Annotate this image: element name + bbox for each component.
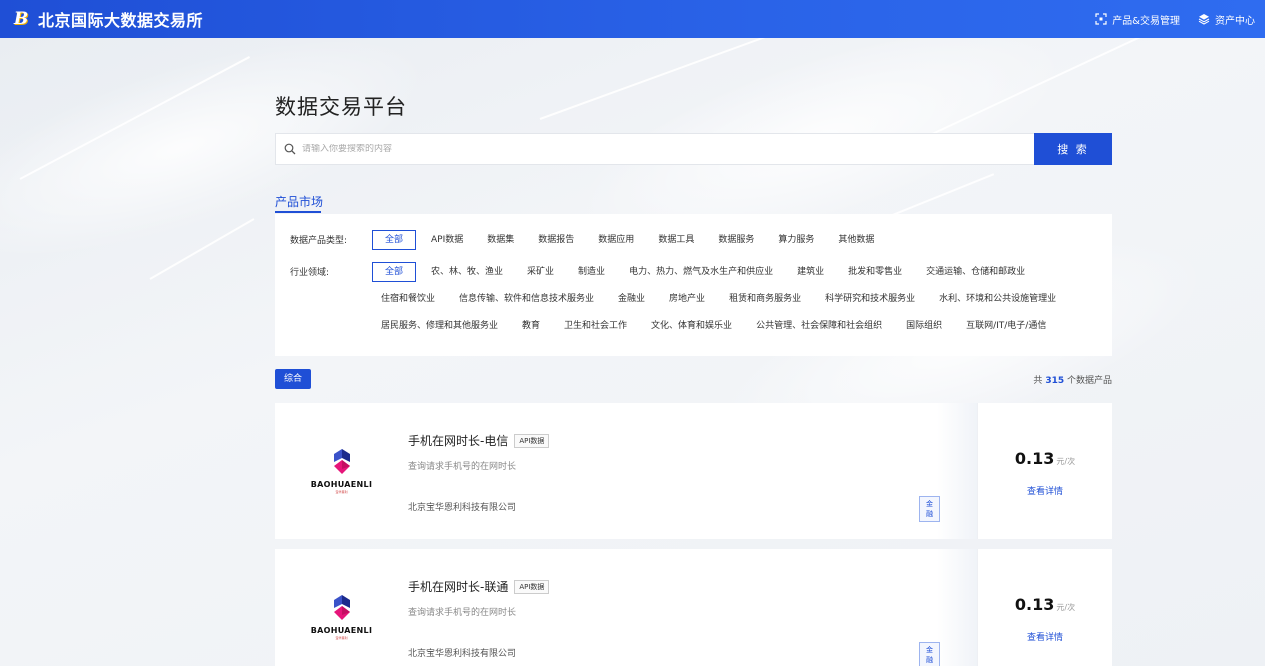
product-type-option[interactable]: 数据应用 (589, 230, 643, 250)
product-type-option[interactable]: API数据 (422, 230, 472, 250)
provider-company: 北京宝华恩利科技有限公司 (408, 649, 517, 659)
industry-option[interactable]: 采矿业 (518, 262, 563, 282)
industry-option[interactable]: 居民服务、修理和其他服务业 (372, 316, 507, 336)
industry-option[interactable]: 建筑业 (788, 262, 833, 282)
price-area: 0.13 元/次 查看详情 (977, 549, 1112, 666)
filter-options-industry: 全部 农、林、牧、渔业 采矿业 制造业 电力、热力、燃气及水生产和供应业 建筑业 批发和零售… (372, 262, 1092, 343)
product-type-option[interactable]: 数据集 (478, 230, 523, 250)
filter-panel: 数据产品类型: 全部 API数据 数据集 数据报告 数据应用 数据工具 数据服务 算力服务 其他… (275, 214, 1112, 356)
price-value: 0.13 (1014, 449, 1055, 468)
brand[interactable]: B 北京国际大数据交易所 (10, 7, 203, 31)
price-area: 0.13 元/次 查看详情 (977, 403, 1112, 539)
price-unit: 元/次 (1056, 603, 1076, 612)
product-type-option[interactable]: 算力服务 (769, 230, 823, 250)
product-trade-management-label: 产品&交易管理 (1112, 15, 1180, 27)
search-input[interactable] (302, 144, 1034, 154)
layers-icon (1198, 13, 1210, 25)
product-type-option[interactable]: 数据工具 (649, 230, 703, 250)
search-button[interactable]: 搜 索 (1034, 133, 1112, 165)
industry-option[interactable]: 互联网/IT/电子/通信 (957, 316, 1055, 336)
asset-center-link[interactable]: 资产中心 (1198, 12, 1255, 27)
logo-text: BAOHUAENLI (310, 480, 373, 489)
industry-option[interactable]: 国际组织 (897, 316, 951, 336)
provider-company: 北京宝华恩利科技有限公司 (408, 503, 517, 513)
industry-option[interactable]: 文化、体育和娱乐业 (642, 316, 741, 336)
product-type-tag: API数据 (514, 579, 550, 594)
search-bar: 搜 索 (275, 133, 1112, 165)
industry-option[interactable]: 金融业 (609, 289, 654, 309)
logo-subtext: 宝华恩利 (335, 490, 348, 494)
industry-option[interactable]: 农、林、牧、渔业 (422, 262, 512, 282)
card-divider (937, 403, 977, 539)
price-unit: 元/次 (1056, 457, 1076, 466)
price-row: 0.13 元/次 (1015, 595, 1075, 614)
industry-option[interactable]: 住宿和餐饮业 (372, 289, 444, 309)
product-name-row: 手机在网时长-联通 API数据 (408, 578, 550, 595)
product-description: 查询请求手机号的在网时长 (408, 462, 517, 472)
product-type-option[interactable]: 数据服务 (709, 230, 763, 250)
industry-option[interactable]: 房地产业 (660, 289, 714, 309)
industry-option[interactable]: 制造业 (569, 262, 614, 282)
result-count-suffix: 个数据产品 (1066, 376, 1112, 386)
industry-option[interactable]: 全部 (372, 262, 417, 282)
industry-tag: 金融 (919, 642, 940, 666)
top-navbar: B 北京国际大数据交易所 产品&交易管理 资产中心 (0, 0, 1265, 38)
logo-subtext: 宝华恩利 (335, 636, 348, 640)
product-type-option[interactable]: 全部 (372, 230, 417, 250)
view-detail-link[interactable]: 查看详情 (1027, 484, 1063, 497)
product-card[interactable]: BAOHUAENLI 宝华恩利 手机在网时长-电信 API数据 查询请求手机号的… (275, 403, 1112, 539)
tab-product-market[interactable]: 产品市场 (275, 193, 323, 210)
product-info: 手机在网时长-联通 API数据 查询请求手机号的在网时长 北京宝华恩利科技有限公… (408, 549, 940, 666)
product-name[interactable]: 手机在网时长-电信 (408, 432, 508, 449)
result-count-prefix: 共 (1033, 376, 1043, 386)
asset-center-label: 资产中心 (1215, 15, 1255, 27)
view-detail-link[interactable]: 查看详情 (1027, 630, 1063, 643)
industry-option[interactable]: 公共管理、社会保障和社会组织 (747, 316, 891, 336)
filter-options-product-type: 全部 API数据 数据集 数据报告 数据应用 数据工具 数据服务 算力服务 其他数据 (372, 230, 1092, 257)
product-info: 手机在网时长-电信 API数据 查询请求手机号的在网时长 北京宝华恩利科技有限公… (408, 403, 940, 539)
filter-row-product-type: 数据产品类型: 全部 API数据 数据集 数据报告 数据应用 数据工具 数据服务 算力服务 其他… (290, 230, 1112, 257)
price-value: 0.13 (1014, 595, 1055, 614)
sort-comprehensive-button[interactable]: 综合 (275, 369, 312, 389)
search-box (275, 133, 1034, 165)
filter-label-product-type: 数据产品类型: (290, 236, 348, 246)
product-type-option[interactable]: 数据报告 (529, 230, 583, 250)
page-title: 数据交易平台 (275, 95, 407, 119)
filter-label-industry: 行业领域: (290, 268, 330, 278)
industry-option[interactable]: 批发和零售业 (839, 262, 911, 282)
industry-option[interactable]: 科学研究和技术服务业 (816, 289, 924, 309)
product-type-option[interactable]: 其他数据 (829, 230, 883, 250)
industry-option[interactable]: 信息传输、软件和信息技术服务业 (450, 289, 603, 309)
company-logo: BAOHUAENLI 宝华恩利 (275, 549, 408, 666)
product-type-tag: API数据 (514, 433, 550, 448)
brand-logo-icon: B (13, 9, 29, 29)
result-count: 共 315 个数据产品 (1033, 373, 1112, 386)
search-icon (284, 140, 296, 159)
industry-option[interactable]: 教育 (513, 316, 549, 336)
baohuaenli-logo-icon (331, 594, 353, 624)
result-count-number: 315 (1045, 376, 1065, 386)
industry-option[interactable]: 水利、环境和公共设施管理业 (930, 289, 1065, 309)
industry-tag: 金融 (919, 496, 940, 522)
industry-option[interactable]: 卫生和社会工作 (555, 316, 636, 336)
card-divider (937, 549, 977, 666)
price-row: 0.13 元/次 (1015, 449, 1075, 468)
product-trade-management-link[interactable]: 产品&交易管理 (1095, 12, 1180, 27)
product-name[interactable]: 手机在网时长-联通 (408, 578, 508, 595)
industry-option[interactable]: 电力、热力、燃气及水生产和供应业 (620, 262, 782, 282)
baohuaenli-logo-icon (331, 448, 353, 478)
product-name-row: 手机在网时长-电信 API数据 (408, 432, 550, 449)
company-logo: BAOHUAENLI 宝华恩利 (275, 403, 408, 539)
industry-option[interactable]: 租赁和商务服务业 (720, 289, 810, 309)
brand-name: 北京国际大数据交易所 (38, 11, 204, 30)
tab-underline (275, 211, 321, 213)
filter-row-industry: 行业领域: 全部 农、林、牧、渔业 采矿业 制造业 电力、热力、燃气及水生产和供应业 建筑… (290, 262, 1112, 343)
product-card[interactable]: BAOHUAENLI 宝华恩利 手机在网时长-联通 API数据 查询请求手机号的… (275, 549, 1112, 666)
industry-option[interactable]: 交通运输、仓储和邮政业 (917, 262, 1034, 282)
scan-icon (1095, 13, 1107, 25)
product-description: 查询请求手机号的在网时长 (408, 608, 517, 618)
logo-text: BAOHUAENLI (310, 626, 373, 635)
